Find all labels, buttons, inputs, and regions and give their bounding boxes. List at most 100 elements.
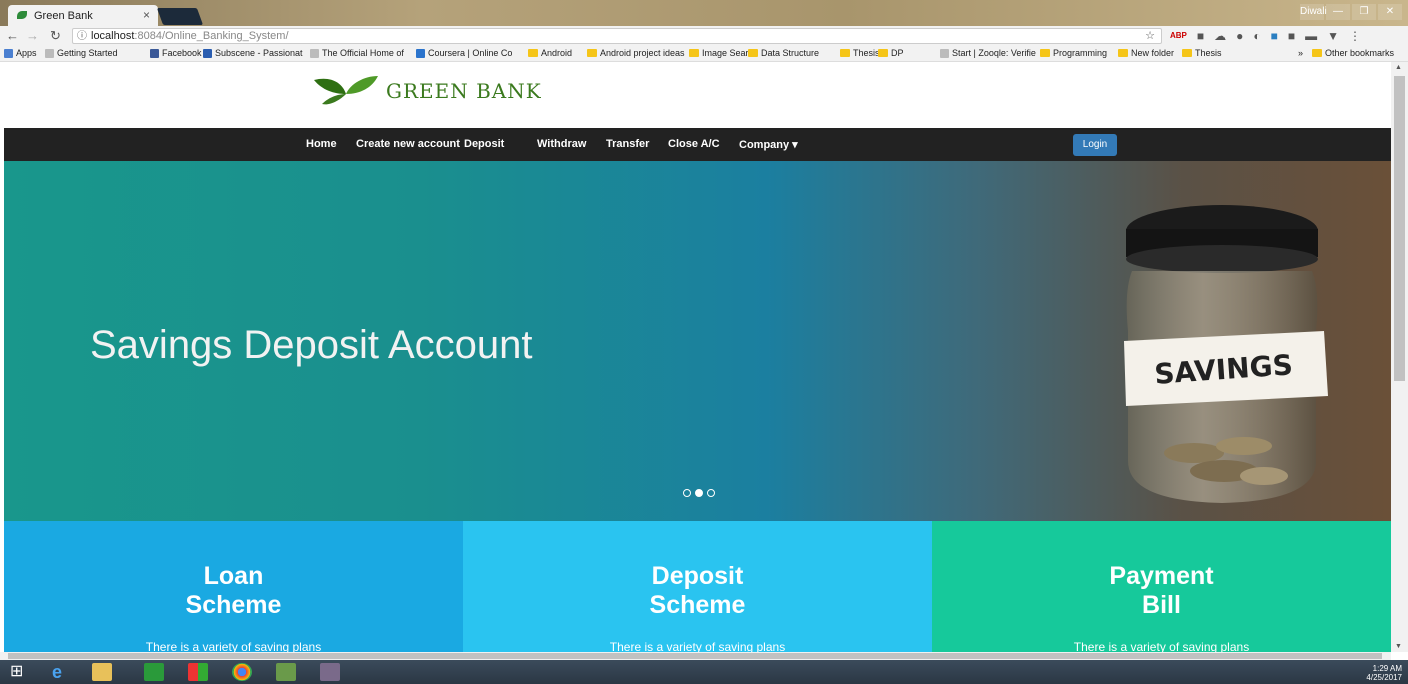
page-icon [45, 48, 54, 58]
address-bar[interactable]: ⓘ localhost:8084/Online_Banking_System/ … [72, 28, 1162, 44]
login-button[interactable]: Login [1073, 134, 1117, 156]
app-icon[interactable] [320, 663, 340, 681]
maximize-button[interactable]: ❐ [1352, 4, 1376, 20]
nav-close-account[interactable]: Close A/C [668, 138, 720, 150]
chrome-icon[interactable] [232, 663, 252, 681]
tab-close-icon[interactable]: × [143, 8, 150, 22]
bookmark-label: Apps [16, 48, 37, 58]
forward-arrow-icon[interactable]: → [26, 28, 39, 43]
folder-icon [1182, 49, 1192, 57]
cloud-icon[interactable]: ☁ [1214, 29, 1226, 43]
extension-icon[interactable]: ▬ [1305, 29, 1317, 43]
bookmark-item[interactable]: Coursera | Online Co [416, 48, 512, 58]
reload-icon[interactable]: ↻ [50, 28, 61, 44]
bookmark-item[interactable]: Thesis [1182, 48, 1222, 58]
bookmark-label: Getting Started [57, 48, 118, 58]
start-button-icon[interactable]: ⊞ [10, 663, 30, 681]
card-description: There is a variety of saving plans [1073, 640, 1250, 652]
file-explorer-icon[interactable] [92, 663, 112, 681]
extension-icon[interactable]: ● [1236, 29, 1243, 43]
bookmark-item[interactable]: Android project ideas [587, 48, 685, 58]
bookmark-item[interactable]: Apps [4, 48, 37, 58]
bookmark-item[interactable]: New folder [1118, 48, 1174, 58]
browser-tab[interactable]: Green Bank × [8, 5, 158, 26]
bookmark-item[interactable]: Programming [1040, 48, 1107, 58]
clock-time: 1:29 AM [1372, 664, 1402, 673]
adblock-icon[interactable]: ABP [1170, 29, 1187, 43]
bookmark-item[interactable]: DP [878, 48, 904, 58]
back-arrow-icon[interactable]: ← [6, 28, 19, 43]
extension-icon[interactable]: ◐ [1253, 29, 1260, 43]
bookmark-item[interactable]: The Official Home of [310, 48, 404, 58]
extension-icons: ABP ■ ☁ ● ◐ ■ ■ ▬ ▼ ⋮ [1170, 29, 1361, 43]
bookmark-item[interactable]: Android [528, 48, 572, 58]
carousel-dot-2[interactable] [695, 489, 703, 497]
folder-icon [1118, 49, 1128, 57]
nav-transfer[interactable]: Transfer [606, 138, 649, 150]
carousel-dot-1[interactable] [683, 489, 691, 497]
extension-icon[interactable]: ■ [1288, 29, 1295, 43]
logo-text: GREEN BANK [386, 79, 542, 103]
bookmark-label: Thesis [853, 48, 880, 58]
subscene-icon [203, 48, 212, 58]
scrollbar-thumb[interactable] [1394, 76, 1405, 381]
card-title-line1: Deposit [651, 562, 744, 590]
leaf-logo-icon [314, 76, 378, 105]
menu-icon[interactable]: ⋮ [1349, 29, 1361, 43]
horizontal-scrollbar-thumb[interactable] [8, 653, 1382, 659]
coursera-icon [416, 48, 425, 58]
deposit-scheme-card[interactable]: Deposit Scheme There is a variety of sav… [463, 521, 932, 652]
bookmark-item[interactable]: Start | Zooqle: Verifie [940, 48, 1036, 58]
hero-carousel: Savings Deposit Account SAVINGS [4, 161, 1391, 521]
app-icon[interactable] [276, 663, 296, 681]
extension-icon[interactable]: ■ [1197, 29, 1204, 43]
bookmark-label: The Official Home of [322, 48, 404, 58]
bookmark-item[interactable]: Facebook [150, 48, 202, 58]
scroll-up-arrow-icon[interactable]: ▲ [1395, 64, 1402, 71]
card-title-line1: Payment [1109, 562, 1214, 590]
bookmark-label: New folder [1131, 48, 1175, 58]
payment-bill-card[interactable]: Payment Bill There is a variety of savin… [932, 521, 1391, 652]
carousel-dot-3[interactable] [707, 489, 715, 497]
loan-scheme-card[interactable]: Loan Scheme There is a variety of saving… [4, 521, 463, 652]
bookmark-item[interactable]: Getting Started [45, 48, 118, 58]
site-logo[interactable]: GREEN BANK [312, 74, 542, 108]
site-icon [310, 48, 319, 58]
bookmark-item[interactable]: Thesis [840, 48, 880, 58]
extension-icon[interactable]: ▼ [1327, 29, 1339, 43]
browser-toolbar: ← → ↻ ⓘ localhost:8084/Online_Banking_Sy… [0, 26, 1408, 46]
info-icon[interactable]: ⓘ [77, 30, 87, 44]
system-tray-clock[interactable]: 1:29 AM 4/25/2017 [1366, 664, 1402, 682]
scroll-down-arrow-icon[interactable]: ▼ [1395, 643, 1402, 650]
bookmark-label: Facebook [162, 48, 202, 58]
nav-company-dropdown[interactable]: Company ▾ [739, 138, 798, 151]
close-window-button[interactable]: ✕ [1378, 4, 1402, 20]
app-icon[interactable] [188, 663, 208, 681]
bookmark-item[interactable]: Subscene - Passionat [203, 48, 303, 58]
folder-icon [587, 49, 597, 57]
bookmark-label: Start | Zooqle: Verifie [952, 48, 1036, 58]
window-controls: Diwali — ❐ ✕ [1300, 4, 1402, 20]
bookmark-item[interactable]: Data Structure [748, 48, 819, 58]
bookmark-item[interactable]: Other bookmarks [1312, 48, 1394, 58]
nav-withdraw[interactable]: Withdraw [537, 138, 586, 150]
nav-home[interactable]: Home [306, 138, 337, 150]
vertical-scrollbar[interactable]: ▲ ▼ [1391, 62, 1408, 652]
bookmark-star-icon[interactable]: ☆ [1145, 29, 1155, 43]
green-bank-favicon-icon [17, 11, 27, 19]
nav-deposit[interactable]: Deposit [464, 138, 504, 150]
bookmarks-bar: Apps Getting Started Facebook Subscene - Pa… [0, 46, 1408, 62]
internet-explorer-icon[interactable]: e [52, 663, 72, 681]
nav-create-account[interactable]: Create new account [356, 138, 460, 150]
window-extra-button[interactable]: Diwali [1300, 4, 1327, 20]
bookmark-label: Subscene - Passionat [215, 48, 303, 58]
new-tab-button[interactable] [156, 8, 204, 25]
horizontal-scrollbar[interactable] [0, 652, 1391, 660]
bookmark-item[interactable]: » [1298, 48, 1303, 58]
bookmark-label: Data Structure [761, 48, 820, 58]
minimize-button[interactable]: — [1326, 4, 1350, 20]
store-icon[interactable] [144, 663, 164, 681]
bookmark-label: Other bookmarks [1325, 48, 1395, 58]
extension-icon[interactable]: ■ [1271, 29, 1278, 43]
facebook-icon [150, 48, 159, 58]
